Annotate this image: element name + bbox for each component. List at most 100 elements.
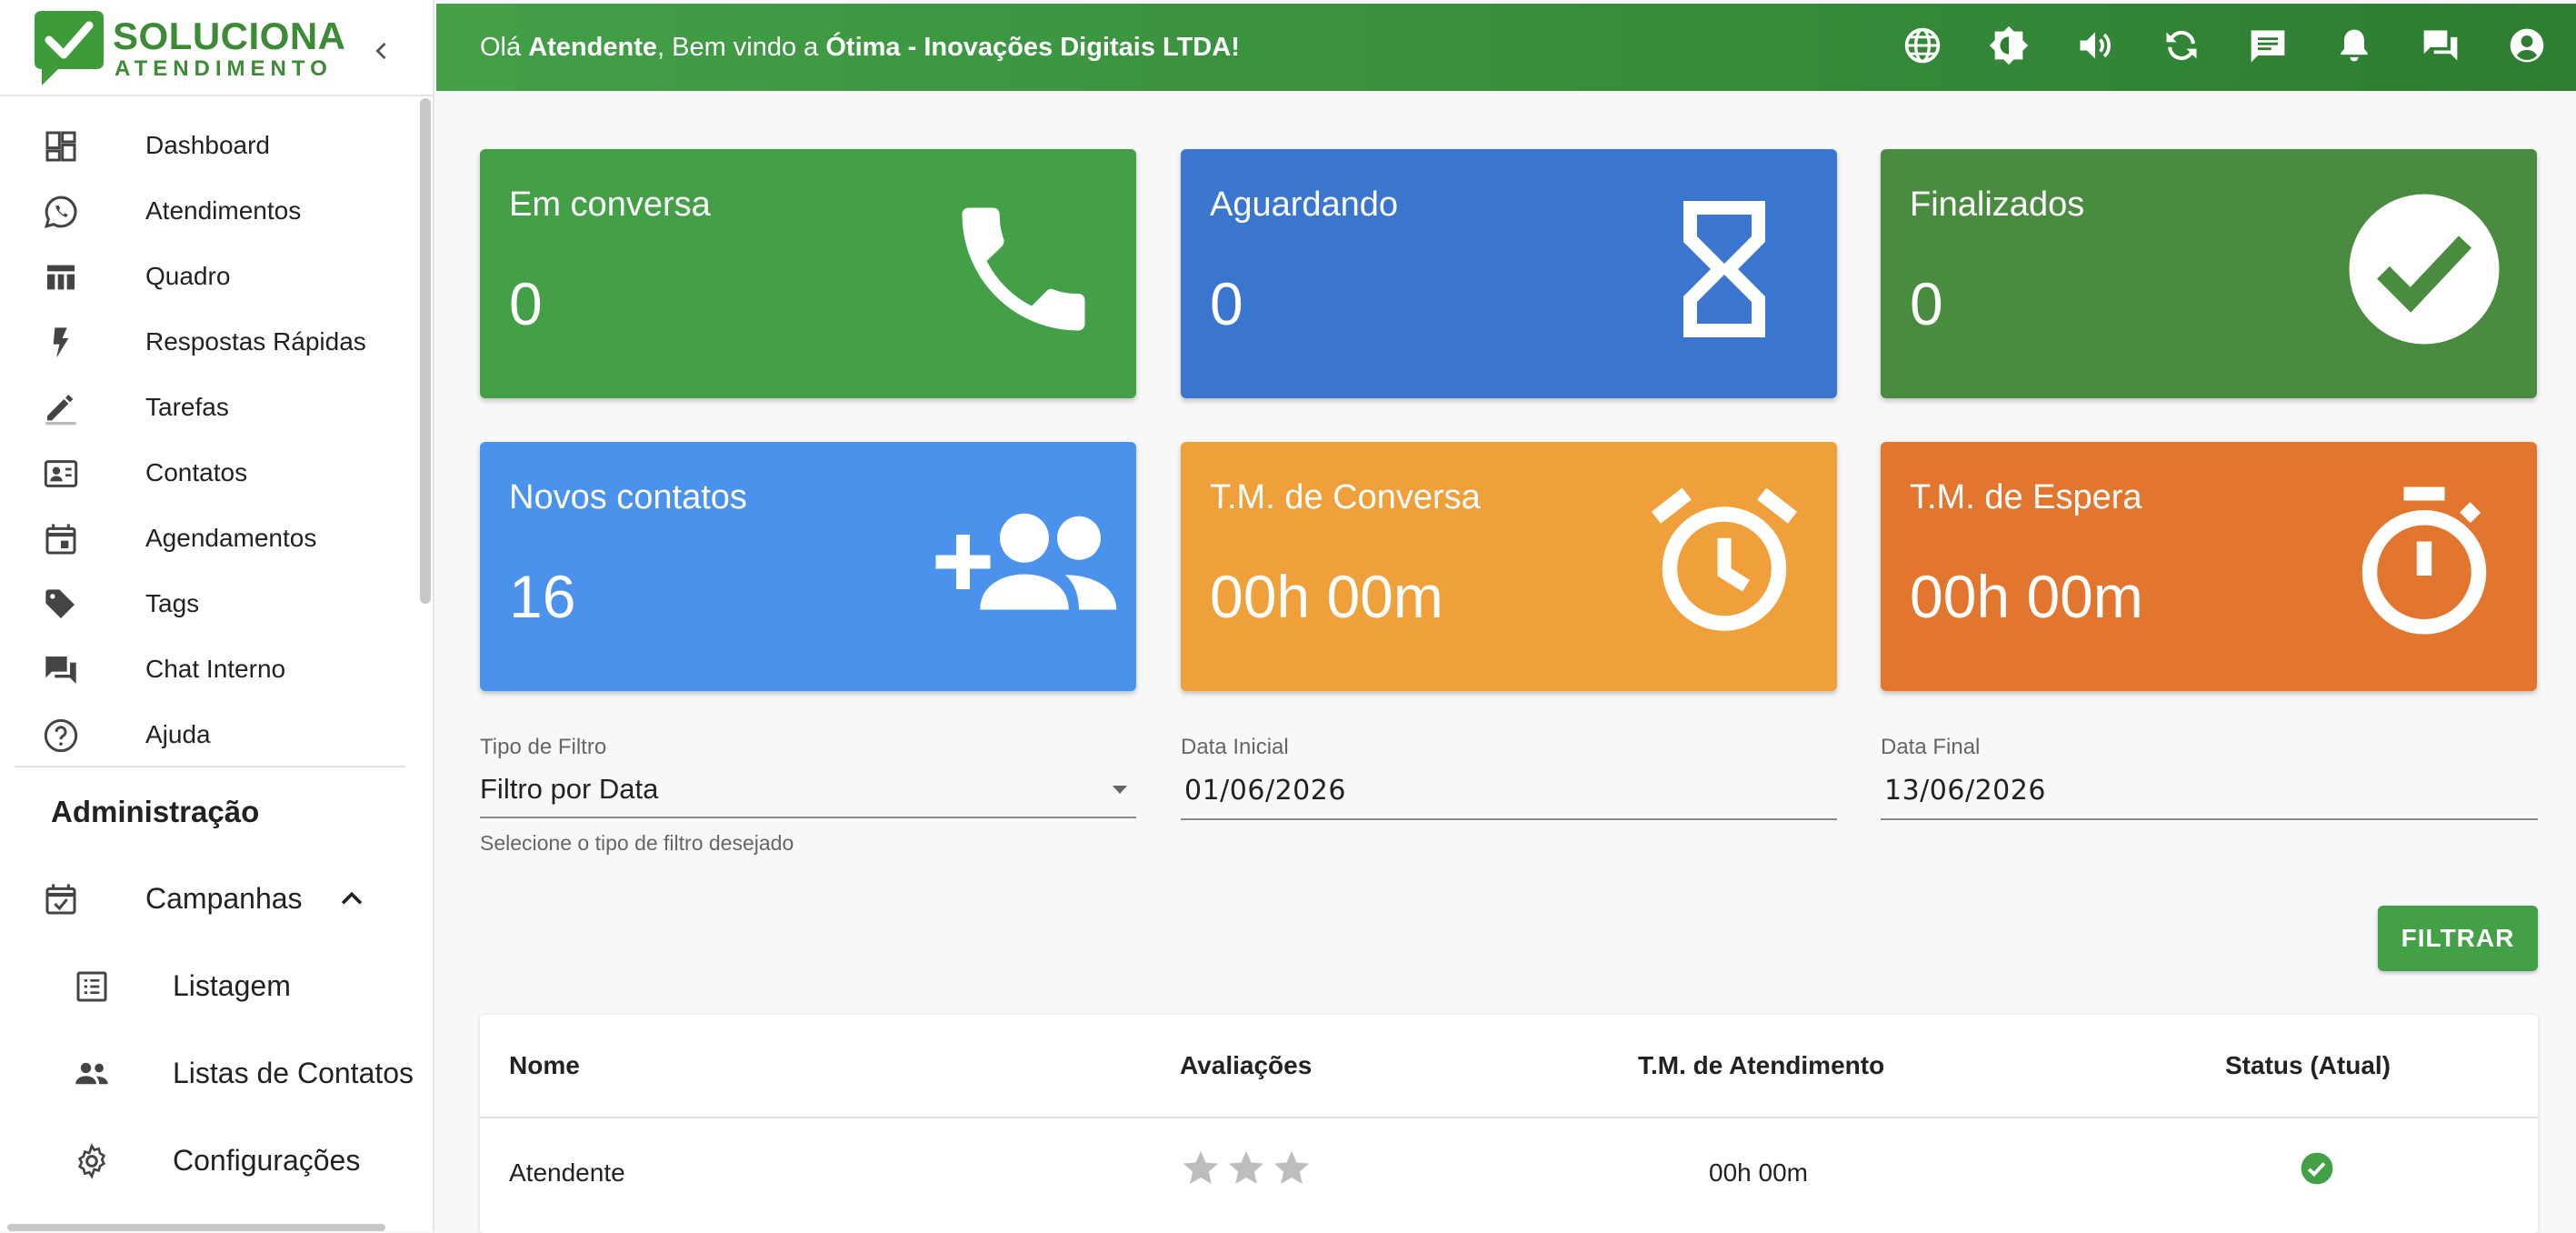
filter-type-helper: Selecione o tipo de filtro desejado xyxy=(480,831,794,855)
greeting-company: Ótima - Inovações Digitais LTDA xyxy=(825,33,1232,62)
globe-icon xyxy=(1904,27,1941,64)
internal-chat-button[interactable] xyxy=(2419,24,2462,67)
end-date-input[interactable]: 13/06/2026 xyxy=(1881,766,2538,820)
volume-button[interactable] xyxy=(2073,24,2117,67)
sidebar-item-contatos[interactable]: Contatos xyxy=(0,440,418,506)
card-value: 16 xyxy=(509,563,576,630)
filter-type-value: Filtro por Data xyxy=(480,773,659,805)
card-title: Novos contatos xyxy=(509,478,747,516)
whatsapp-icon xyxy=(42,193,80,231)
star-icon xyxy=(1273,1150,1310,1185)
sidebar-item-respostas-rapidas[interactable]: Respostas Rápidas xyxy=(0,309,418,375)
contact-card-icon xyxy=(42,455,80,493)
refresh-button[interactable] xyxy=(2160,24,2203,67)
start-date-value: 01/06/2026 xyxy=(1184,775,1346,807)
card-title: Finalizados xyxy=(1910,185,2085,224)
sidebar-item-dashboard[interactable]: Dashboard xyxy=(0,113,418,178)
header-divider xyxy=(480,1117,2538,1118)
greeting-user: Atendente xyxy=(528,33,657,62)
start-date-input[interactable]: 01/06/2026 xyxy=(1181,766,1837,820)
card-aguardando: Aguardando 0 xyxy=(1181,149,1837,398)
status-online-icon xyxy=(2301,1152,2333,1185)
chat-icon xyxy=(2423,30,2458,61)
brand-header: SOLUCIONA ATENDIMENTO xyxy=(0,0,434,96)
star-icon xyxy=(1183,1150,1219,1185)
sidebar-item-agendamentos[interactable]: Agendamentos xyxy=(0,506,418,571)
column-header-nome[interactable]: Nome xyxy=(509,1051,580,1080)
chevron-up-icon xyxy=(341,891,363,905)
end-date-label: Data Final xyxy=(1881,735,1981,759)
add-group-icon xyxy=(935,513,1117,610)
help-icon xyxy=(42,717,80,755)
card-tm-conversa: T.M. de Conversa 00h 00m xyxy=(1181,442,1837,691)
sidebar-item-label: Dashboard xyxy=(145,131,270,159)
dropdown-arrow-icon xyxy=(1113,786,1127,794)
rating-stars[interactable] xyxy=(1180,1148,1313,1189)
refresh-icon xyxy=(2166,30,2197,61)
card-value: 0 xyxy=(1910,270,1943,337)
sidebar-item-label: Respostas Rápidas xyxy=(145,327,366,356)
sidebar-divider xyxy=(15,766,405,767)
top-bar-actions xyxy=(1901,24,2549,67)
card-title: Aguardando xyxy=(1210,185,1399,224)
sidebar-item-campanhas[interactable]: Campanhas xyxy=(0,866,418,931)
row-name: Atendente xyxy=(509,1158,625,1187)
sidebar-item-label: Campanhas xyxy=(145,881,303,915)
brand-subtitle: ATENDIMENTO xyxy=(115,56,333,81)
end-date-value: 13/06/2026 xyxy=(1884,775,2046,807)
event-check-icon xyxy=(42,880,80,918)
volume-icon xyxy=(2080,32,2111,59)
greeting-end: ! xyxy=(1231,33,1240,62)
sidebar-item-atendimentos[interactable]: Atendimentos xyxy=(0,178,418,244)
start-date-label: Data Inicial xyxy=(1181,735,1289,759)
sidebar-item-tarefas[interactable]: Tarefas xyxy=(0,375,418,440)
sidebar-item-quadro[interactable]: Quadro xyxy=(0,244,418,309)
sidebar-item-label: Tarefas xyxy=(145,393,229,421)
sidebar-item-tags[interactable]: Tags xyxy=(0,571,418,637)
column-header-status[interactable]: Status (Atual) xyxy=(2225,1051,2391,1080)
dashboard-icon xyxy=(42,127,80,165)
sidebar-item-chat-interno[interactable]: Chat Interno xyxy=(0,637,418,702)
sidebar-scrollbar[interactable] xyxy=(420,98,431,604)
card-title: T.M. de Espera xyxy=(1910,478,2142,516)
messages-button[interactable] xyxy=(2246,24,2290,67)
card-value: 0 xyxy=(1210,270,1243,337)
pencil-icon xyxy=(42,389,80,427)
sidebar-subitem-listas-de-contatos[interactable]: Listas de Contatos xyxy=(0,1033,434,1115)
collapse-sidebar-button[interactable] xyxy=(362,31,402,71)
account-button[interactable] xyxy=(2505,24,2549,67)
people-icon xyxy=(73,1055,111,1093)
check-circle-icon xyxy=(2349,194,2500,345)
filter-button[interactable]: FILTRAR xyxy=(2378,906,2538,971)
brand-title: SOLUCIONA xyxy=(113,15,346,57)
filter-type-select[interactable]: Filtro por Data xyxy=(480,764,1136,818)
message-icon xyxy=(2251,30,2285,63)
language-button[interactable] xyxy=(1901,24,1944,67)
sidebar-subitem-listagem[interactable]: Listagem xyxy=(0,946,434,1028)
calendar-icon xyxy=(42,520,80,558)
theme-toggle-button[interactable] xyxy=(1987,24,2031,67)
sidebar-item-label: Contatos xyxy=(145,458,248,486)
top-bar: Olá Atendente, Bem vindo a Ótima - Inova… xyxy=(436,4,2576,91)
phone-icon xyxy=(962,207,1085,331)
sidebar-subitem-label: Configurações xyxy=(173,1144,361,1177)
star-icon xyxy=(1228,1150,1264,1185)
card-finalizados: Finalizados 0 xyxy=(1881,149,2537,398)
sidebar-nav: Dashboard Atendimentos Quadro Respostas … xyxy=(0,113,418,767)
settings-icon xyxy=(73,1142,111,1180)
sidebar-subitem-configuracoes[interactable]: Configurações xyxy=(0,1120,434,1202)
column-header-avaliacoes[interactable]: Avaliações xyxy=(1180,1051,1312,1080)
welcome-message: Olá Atendente, Bem vindo a Ótima - Inova… xyxy=(480,33,1240,63)
timer-icon xyxy=(2361,486,2487,635)
sidebar-subitem-label: Listas de Contatos xyxy=(173,1057,414,1089)
sidebar-horizontal-scrollbar[interactable] xyxy=(7,1224,385,1231)
notifications-button[interactable] xyxy=(2332,24,2376,67)
column-header-tm-atendimento[interactable]: T.M. de Atendimento xyxy=(1638,1051,1884,1080)
brightness-icon xyxy=(1989,25,2029,65)
list-icon xyxy=(73,967,111,1006)
alarm-icon xyxy=(1651,487,1798,631)
greeting-prefix: Olá xyxy=(480,33,529,62)
board-icon xyxy=(42,258,80,296)
account-icon xyxy=(2510,28,2544,63)
sidebar-item-ajuda[interactable]: Ajuda xyxy=(0,702,418,767)
